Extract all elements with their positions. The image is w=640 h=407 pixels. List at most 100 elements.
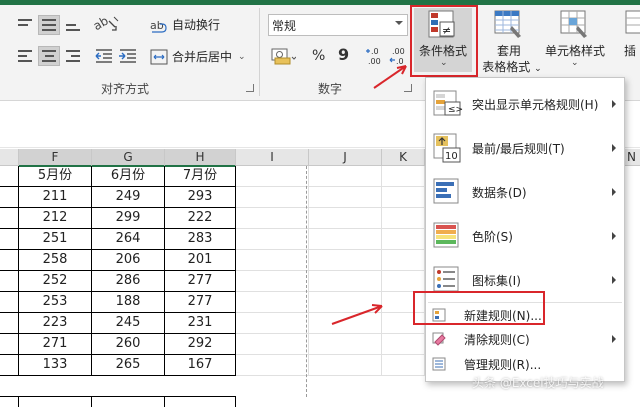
table-cell[interactable]: 293: [165, 187, 236, 208]
conditional-format-button[interactable]: ≠ 条件格式 ⌄: [414, 8, 472, 72]
column-header-k[interactable]: K: [382, 149, 425, 166]
table-cell[interactable]: 231: [165, 313, 236, 334]
merge-center-dropdown-icon[interactable]: ⌄: [238, 52, 246, 62]
empty-cell[interactable]: [309, 271, 382, 292]
menu-item-manage-rules[interactable]: 管理规则(R)...: [426, 353, 624, 375]
table-cell[interactable]: 133: [19, 355, 92, 376]
table-cell[interactable]: 245: [92, 313, 165, 334]
table-cell[interactable]: 283: [165, 229, 236, 250]
comma-style-button[interactable]: 9: [338, 45, 349, 64]
menu-item-highlight-rules[interactable]: ≤> 突出显示单元格规则(H): [426, 84, 624, 124]
align-left-button[interactable]: [14, 46, 36, 66]
table-cell[interactable]: 222: [165, 208, 236, 229]
decrease-indent-button[interactable]: [94, 46, 120, 66]
empty-cell[interactable]: [236, 313, 309, 334]
percent-style-button[interactable]: %: [312, 48, 325, 64]
empty-cell[interactable]: [309, 208, 382, 229]
table-cell[interactable]: 223: [19, 313, 92, 334]
menu-item-top-bottom-rules[interactable]: 10 最前/最后规则(T): [426, 128, 624, 168]
table-cell[interactable]: 277: [165, 292, 236, 313]
empty-cell[interactable]: [382, 208, 425, 229]
empty-cell[interactable]: [382, 187, 425, 208]
empty-cell[interactable]: [382, 355, 425, 376]
table-cell[interactable]: 211: [19, 187, 92, 208]
orientation-button[interactable]: ab: [91, 13, 120, 35]
empty-cell[interactable]: [382, 229, 425, 250]
empty-cell[interactable]: [309, 187, 382, 208]
align-center-button[interactable]: [38, 46, 60, 66]
empty-cell[interactable]: [0, 396, 19, 407]
table-cell[interactable]: 258: [19, 250, 92, 271]
column-header-j[interactable]: J: [309, 149, 382, 166]
empty-cell[interactable]: [236, 187, 309, 208]
alignment-dialog-launcher[interactable]: [246, 84, 254, 92]
format-as-table-button[interactable]: 套用 表格格式 ⌄: [480, 8, 542, 74]
menu-item-clear-rules[interactable]: 清除规则(C): [426, 328, 624, 350]
empty-cell[interactable]: [19, 396, 92, 407]
empty-cell[interactable]: [309, 250, 382, 271]
partial-cell[interactable]: [0, 271, 19, 292]
empty-cell[interactable]: [236, 292, 309, 313]
partial-cell[interactable]: [0, 250, 19, 271]
table-cell[interactable]: 253: [19, 292, 92, 313]
table-cell[interactable]: 206: [92, 250, 165, 271]
empty-cell[interactable]: [309, 355, 382, 376]
empty-cell[interactable]: [165, 396, 236, 407]
month-header-cell[interactable]: 7月份: [165, 166, 236, 187]
table-cell[interactable]: 188: [92, 292, 165, 313]
empty-cell[interactable]: [382, 250, 425, 271]
empty-cell[interactable]: [309, 229, 382, 250]
align-right-button[interactable]: [62, 46, 84, 66]
partial-cell[interactable]: [0, 229, 19, 250]
empty-cell[interactable]: [382, 334, 425, 355]
table-cell[interactable]: 249: [92, 187, 165, 208]
table-cell[interactable]: 212: [19, 208, 92, 229]
menu-item-data-bars[interactable]: 数据条(D): [426, 172, 624, 212]
empty-cell[interactable]: [236, 250, 309, 271]
column-header-g[interactable]: G: [92, 149, 165, 167]
partial-cell[interactable]: [0, 355, 19, 376]
table-cell[interactable]: 265: [92, 355, 165, 376]
table-cell[interactable]: 299: [92, 208, 165, 229]
column-header-h[interactable]: H: [165, 149, 236, 167]
column-header-f[interactable]: F: [19, 149, 92, 167]
empty-cell[interactable]: [309, 334, 382, 355]
empty-cell[interactable]: [236, 355, 309, 376]
insert-button[interactable]: 插: [618, 8, 640, 74]
cell-styles-button[interactable]: 单元格样式 ⌄: [542, 8, 606, 74]
column-header-i[interactable]: I: [236, 149, 309, 166]
empty-cell[interactable]: [382, 166, 425, 187]
empty-cell[interactable]: [236, 229, 309, 250]
month-header-cell[interactable]: 5月份: [19, 166, 92, 187]
table-cell[interactable]: 201: [165, 250, 236, 271]
partial-cell[interactable]: [0, 292, 19, 313]
wrap-text-button[interactable]: ab 自动换行: [150, 16, 220, 33]
empty-cell[interactable]: [236, 334, 309, 355]
month-header-cell[interactable]: 6月份: [92, 166, 165, 187]
align-bottom-button[interactable]: [62, 15, 84, 35]
table-cell[interactable]: 292: [165, 334, 236, 355]
empty-cell[interactable]: [92, 396, 165, 407]
partial-cell[interactable]: [0, 166, 19, 187]
empty-cell[interactable]: [309, 166, 382, 187]
table-cell[interactable]: 286: [92, 271, 165, 292]
empty-cell[interactable]: [236, 271, 309, 292]
number-format-select[interactable]: 常规: [268, 14, 408, 36]
table-cell[interactable]: 264: [92, 229, 165, 250]
menu-item-color-scales[interactable]: 色阶(S): [426, 216, 624, 256]
table-cell[interactable]: 277: [165, 271, 236, 292]
partial-cell[interactable]: [0, 187, 19, 208]
column-header-prev[interactable]: [0, 149, 19, 166]
partial-cell[interactable]: [0, 313, 19, 334]
table-cell[interactable]: 251: [19, 229, 92, 250]
accounting-format-button[interactable]: [270, 46, 297, 66]
increase-indent-button[interactable]: [118, 46, 144, 66]
table-cell[interactable]: 252: [19, 271, 92, 292]
table-cell[interactable]: 260: [92, 334, 165, 355]
align-top-button[interactable]: [14, 15, 36, 35]
column-header-n[interactable]: N: [623, 149, 640, 166]
align-middle-button[interactable]: [38, 15, 60, 35]
empty-cell[interactable]: [236, 166, 309, 187]
merge-center-button[interactable]: 合并后居中 ⌄: [150, 48, 246, 65]
empty-cell[interactable]: [236, 208, 309, 229]
